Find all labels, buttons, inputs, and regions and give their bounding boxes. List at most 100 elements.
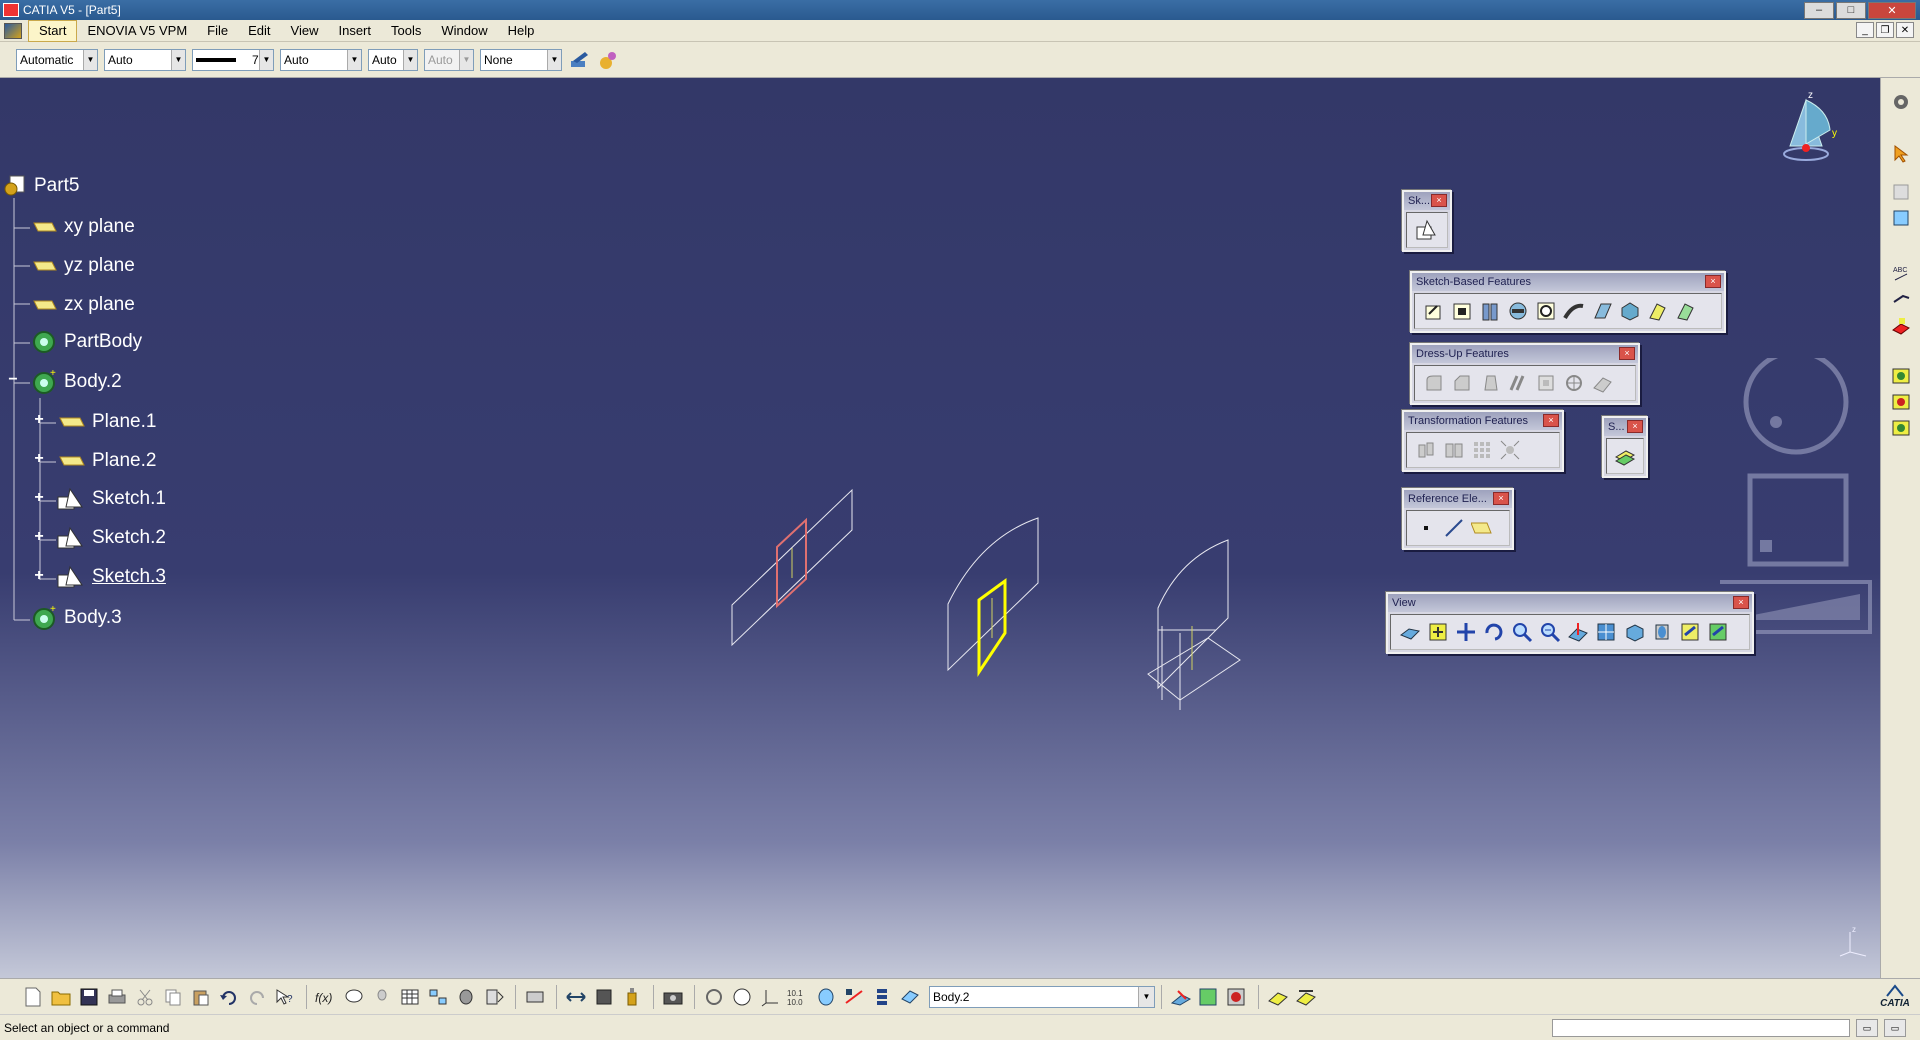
apply-material-bottom-icon[interactable] [591,984,617,1010]
menu-tools[interactable]: Tools [381,21,431,41]
sketch-2-geometry[interactable] [947,517,1039,677]
start-icon[interactable] [4,22,22,39]
doc-close-button[interactable]: ✕ [1896,22,1914,38]
compass-icon[interactable]: z y [1770,84,1850,164]
fit-all-in-icon[interactable] [1425,619,1451,645]
toolbar-title[interactable]: Dress-Up Features × [1412,345,1638,363]
save-icon[interactable] [76,984,102,1010]
mirror-icon[interactable] [1441,437,1467,463]
menu-window[interactable]: Window [431,21,497,41]
thread-icon[interactable] [1561,370,1587,396]
maximize-button[interactable]: □ [1836,1,1866,19]
pad-icon[interactable] [1421,298,1447,324]
sketch-plane-icon[interactable] [1168,984,1194,1010]
groove-icon[interactable] [1505,298,1531,324]
rotate-icon[interactable] [1481,619,1507,645]
scan-icon[interactable] [453,984,479,1010]
translation-icon[interactable] [1413,437,1439,463]
pan-icon[interactable] [1453,619,1479,645]
menu-enovia[interactable]: ENOVIA V5 VPM [77,21,197,41]
line-weight-select[interactable]: 7 ▼ [192,48,274,71]
hide-icon[interactable] [1889,206,1913,230]
painter-icon[interactable] [568,48,592,72]
print-icon[interactable] [104,984,130,1010]
shading-icon[interactable] [1649,619,1675,645]
multi-sections-solid-icon[interactable] [1645,298,1671,324]
menu-file[interactable]: File [197,21,238,41]
doc-minimize-button[interactable]: _ [1856,22,1874,38]
close-icon[interactable]: × [1431,194,1447,207]
sketch-icon[interactable] [1413,217,1439,243]
menu-help[interactable]: Help [498,21,545,41]
knowledge-advisor-icon[interactable] [341,984,367,1010]
sketch-3-geometry[interactable] [1147,539,1241,710]
close-icon[interactable]: × [1493,492,1509,505]
close-icon[interactable]: × [1619,347,1635,360]
formula-icon[interactable]: f(x) [313,984,339,1010]
close-icon[interactable]: × [1627,420,1643,433]
toolbar-title[interactable]: Transformation Features × [1404,412,1562,430]
swap-body-icon[interactable] [522,984,548,1010]
split-view-icon[interactable] [1889,180,1913,204]
chamfer-icon[interactable] [1449,370,1475,396]
sketch-1-geometry[interactable] [731,488,853,647]
remove-face-icon[interactable] [1589,370,1615,396]
pocket-icon[interactable] [1449,298,1475,324]
hybrid-design-icon[interactable] [813,984,839,1010]
shell-icon[interactable] [1505,370,1531,396]
measure-between-icon[interactable] [1889,364,1913,388]
toolbar-title[interactable]: Sk... × [1404,192,1450,210]
draft-icon[interactable] [1477,370,1503,396]
constraint-icon[interactable] [841,984,867,1010]
open-icon[interactable] [48,984,74,1010]
whats-this-icon[interactable]: ? [272,984,298,1010]
measure-arrows-icon[interactable] [563,984,589,1010]
measure-inertia-icon[interactable] [1889,416,1913,440]
text-annotation-icon[interactable]: ABC [1889,260,1913,284]
line-type-select[interactable]: Auto ▼ [280,48,362,71]
tools-palette-icon[interactable] [1293,984,1319,1010]
catalog-icon[interactable] [425,984,451,1010]
toolbar-title[interactable]: Sketch-Based Features × [1412,273,1724,291]
apply-material-icon[interactable] [1889,314,1913,338]
hide-show-icon[interactable] [1677,619,1703,645]
3d-viewport[interactable]: Part5 xy plane yz plane zx plane PartBod… [0,78,1880,978]
table-icon[interactable] [397,984,423,1010]
close-button[interactable]: ✕ [1868,1,1916,19]
power-input-field[interactable] [1552,1019,1850,1037]
point-icon[interactable] [1413,515,1439,541]
menu-view[interactable]: View [281,21,329,41]
refresh-icon[interactable] [701,984,727,1010]
capture-icon[interactable] [660,984,686,1010]
point-symbol-select[interactable]: Auto ▼ [368,48,418,71]
paste-icon[interactable] [188,984,214,1010]
graphic-properties-icon[interactable] [596,48,620,72]
gear-icon[interactable] [1889,90,1913,114]
power-input-clear-button[interactable]: ▭ [1884,1019,1906,1037]
close-icon[interactable]: × [1733,596,1749,609]
line-icon[interactable] [1441,515,1467,541]
minimize-button[interactable]: – [1804,1,1834,19]
view-sketch-icon[interactable] [1224,984,1250,1010]
pan-hand-icon[interactable] [729,984,755,1010]
removed-multi-sections-icon[interactable] [1673,298,1699,324]
toolbar-title[interactable]: Reference Ele... × [1404,490,1512,508]
select-arrow-icon[interactable] [1889,142,1913,166]
multi-view-icon[interactable] [1593,619,1619,645]
thickness-icon[interactable] [1533,370,1559,396]
stiffener-icon[interactable] [1617,298,1643,324]
update-icon[interactable] [481,984,507,1010]
current-body-select[interactable]: Body.2 ▼ [929,985,1155,1008]
slot-icon[interactable] [1589,298,1615,324]
fill-color-select[interactable]: Automatic ▼ [16,48,98,71]
grid-snap-icon[interactable]: 10.1 10.0 [785,984,811,1010]
transparency-select[interactable]: Auto ▼ [104,48,186,71]
light-bulb-icon[interactable] [369,984,395,1010]
power-input-button[interactable]: ▭ [1856,1019,1878,1037]
bottle-icon[interactable] [619,984,645,1010]
zoom-out-icon[interactable] [1537,619,1563,645]
hole-icon[interactable] [1533,298,1559,324]
normal-view-icon[interactable] [1565,619,1591,645]
menu-edit[interactable]: Edit [238,21,280,41]
fillet-icon[interactable] [1421,370,1447,396]
